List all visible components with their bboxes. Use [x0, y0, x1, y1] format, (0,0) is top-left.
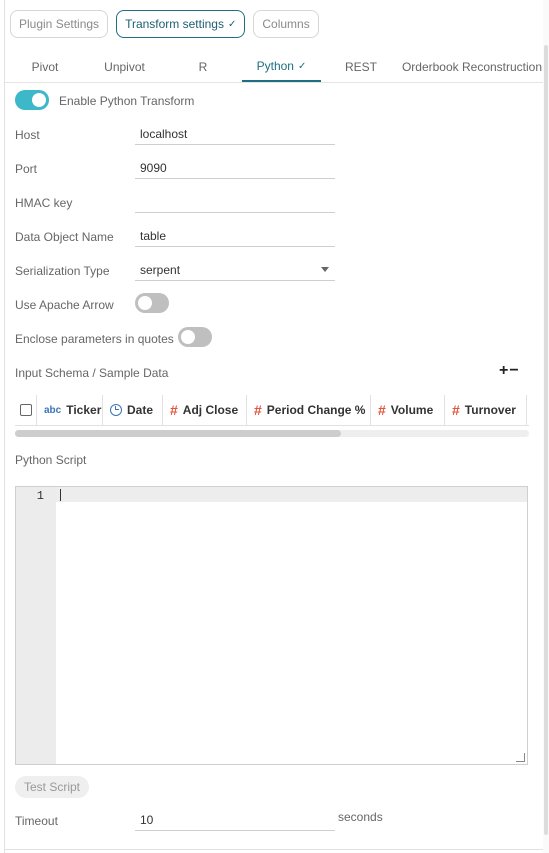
hmac-key-input[interactable]	[135, 191, 335, 213]
tab-rest[interactable]: REST	[321, 52, 401, 82]
line-number-gutter: 1	[16, 487, 56, 764]
use-apache-arrow-label: Use Apache Arrow	[15, 298, 114, 312]
tab-orderbook-reconstruction[interactable]: Orderbook Reconstruction	[401, 52, 543, 82]
check-icon: ✓	[227, 18, 237, 30]
transform-tabs: Pivot Unpivot R Python ✓ REST Orderbook R…	[5, 52, 543, 83]
serialization-type-label: Serialization Type	[15, 264, 110, 278]
enable-python-label: Enable Python Transform	[59, 94, 195, 108]
enclose-parameters-toggle[interactable]	[178, 327, 212, 347]
timeout-input[interactable]: 10	[135, 809, 335, 831]
active-line-highlight	[56, 487, 527, 502]
hmac-key-label: HMAC key	[15, 196, 73, 210]
number-type-icon: #	[452, 402, 460, 418]
host-label: Host	[15, 128, 40, 142]
port-label: Port	[15, 162, 38, 176]
column-header-period-change[interactable]: # Period Change %	[247, 395, 371, 425]
enable-python-toggle[interactable]	[15, 90, 49, 110]
add-column-button[interactable]: +	[499, 362, 509, 379]
select-all-cell	[15, 395, 37, 425]
data-object-name-label: Data Object Name	[15, 230, 114, 244]
line-number: 1	[36, 489, 44, 503]
tab-r[interactable]: R	[164, 52, 242, 82]
clock-icon	[110, 404, 122, 416]
host-input[interactable]: localhost	[135, 123, 335, 145]
scrollbar-thumb[interactable]	[544, 45, 548, 835]
port-input[interactable]: 9090	[135, 157, 335, 179]
remove-column-button[interactable]: −	[509, 362, 519, 379]
text-type-icon: abc	[44, 404, 62, 416]
schema-horizontal-scrollbar[interactable]	[15, 430, 529, 437]
input-schema-label: Input Schema / Sample Data	[15, 366, 169, 380]
check-icon: ✓	[297, 60, 307, 72]
divider	[5, 849, 543, 850]
enclose-parameters-label: Enclose parameters in quotes	[15, 332, 174, 346]
column-header-adj-close[interactable]: # Adj Close	[163, 395, 247, 425]
test-script-button[interactable]: Test Script	[15, 776, 90, 798]
column-header-turnover[interactable]: # Turnover	[445, 395, 527, 425]
chevron-down-icon	[321, 267, 329, 272]
timeout-unit-label: seconds	[338, 810, 383, 824]
serialization-type-select[interactable]: serpent	[135, 259, 335, 281]
tab-pivot[interactable]: Pivot	[5, 52, 85, 82]
column-header-date[interactable]: Date	[103, 395, 163, 425]
toggle-knob	[32, 93, 46, 107]
text-cursor	[60, 489, 61, 501]
transform-settings-button[interactable]: Transform settings ✓	[116, 10, 246, 38]
schema-add-remove: +−	[499, 362, 520, 380]
number-type-icon: #	[170, 402, 178, 418]
toggle-knob	[138, 296, 152, 310]
tab-python[interactable]: Python ✓	[242, 52, 321, 82]
timeout-label: Timeout	[15, 814, 58, 828]
scrollbar-thumb[interactable]	[15, 430, 341, 437]
toggle-knob	[181, 330, 195, 344]
vertical-scrollbar[interactable]	[543, 0, 549, 853]
tab-unpivot[interactable]: Unpivot	[85, 52, 164, 82]
columns-button[interactable]: Columns	[253, 10, 319, 38]
data-object-name-input[interactable]: table	[135, 225, 335, 247]
python-script-label: Python Script	[15, 453, 87, 467]
column-header-ticker[interactable]: abc Ticker	[37, 395, 103, 425]
plugin-settings-button[interactable]: Plugin Settings	[10, 10, 109, 38]
number-type-icon: #	[254, 402, 262, 418]
python-script-editor[interactable]: 1	[15, 486, 528, 765]
input-schema-grid: abc Ticker Date # Adj Close # Period Change…	[15, 395, 529, 426]
use-apache-arrow-toggle[interactable]	[135, 293, 169, 313]
number-type-icon: #	[378, 402, 386, 418]
select-all-checkbox[interactable]	[19, 404, 32, 416]
settings-button-group: Plugin Settings Transform settings ✓ Colu…	[10, 10, 319, 38]
column-header-volume[interactable]: # Volume	[371, 395, 445, 425]
transform-settings-panel: Plugin Settings Transform settings ✓ Colu…	[4, 0, 543, 853]
resize-handle-icon[interactable]	[516, 753, 525, 762]
